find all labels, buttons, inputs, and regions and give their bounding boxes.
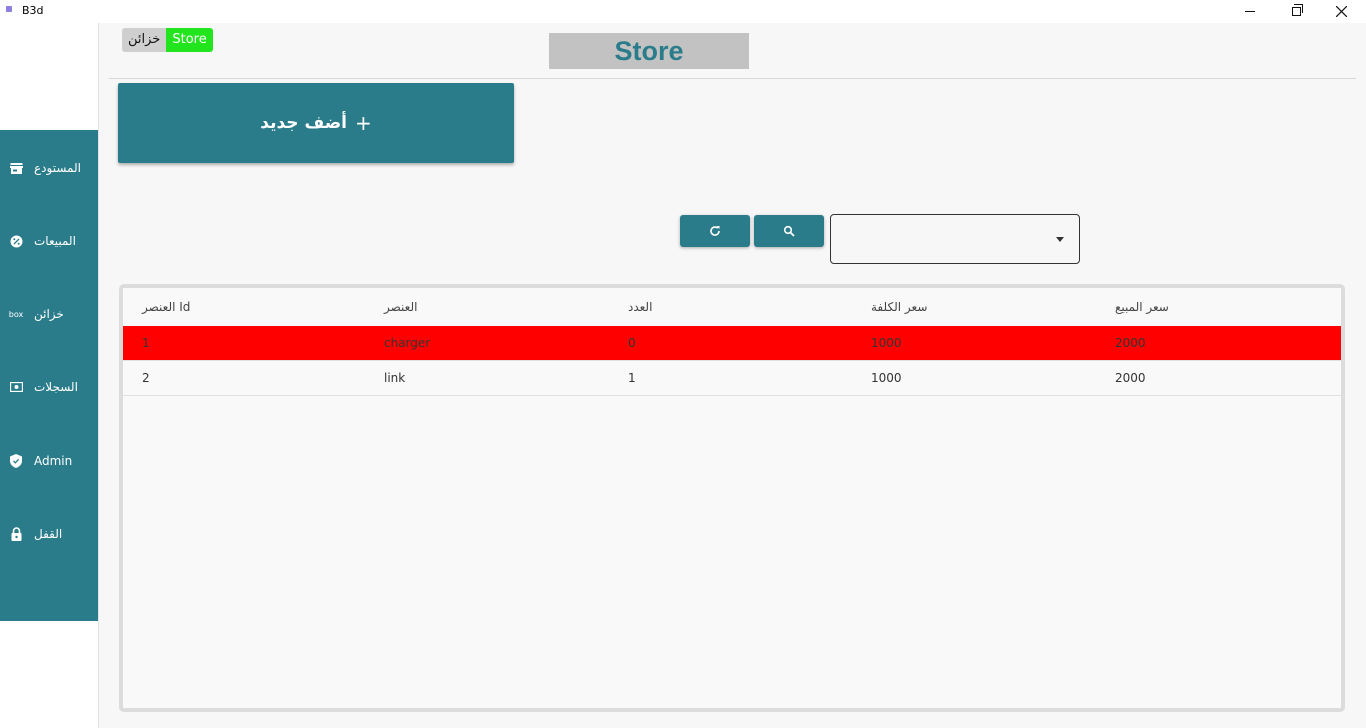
badge-icon [9,234,23,248]
cell-price: 2000 [1115,336,1146,350]
cell-cost: 1000 [871,336,902,350]
cell-item: link [384,371,406,385]
refresh-button[interactable] [680,215,750,247]
page-title: Store [614,35,684,66]
store-icon [9,161,23,175]
plus-icon: + [354,111,372,135]
items-table: العنصر Id العنصر العدد سعر الكلفة سعر ال… [119,284,1345,712]
cell-price: 2000 [1115,371,1146,385]
cell-id: 1 [142,336,150,350]
shield-icon [9,454,23,468]
lock-icon [9,527,23,541]
restore-button[interactable] [1273,0,1319,23]
breadcrumb: خزائن Store [122,28,213,52]
column-header-item[interactable]: العنصر [384,288,417,326]
sidebar-item-lock[interactable]: القفل [0,514,98,554]
cell-cost: 1000 [871,371,902,385]
app-icon [6,6,12,12]
cell-item: charger [384,336,431,350]
breadcrumb-section-tag: خزائن [122,28,167,52]
sidebar-item-records[interactable]: السجلات [0,367,98,407]
minimize-button[interactable] [1227,0,1273,23]
minimize-icon [1245,11,1255,12]
table-row[interactable]: 1 charger 0 1000 2000 [123,326,1341,361]
page-title-box: Store [549,33,749,69]
sidebar-item-label: المبيعات [34,234,76,248]
cell-id: 2 [142,371,150,385]
column-header-price[interactable]: سعر المبيع [1115,288,1169,326]
column-header-count[interactable]: العدد [628,288,652,326]
sidebar-item-sales[interactable]: المبيعات [0,221,98,261]
sidebar-item-admin[interactable]: Admin [0,441,98,481]
close-icon [1335,6,1347,17]
close-button[interactable] [1318,0,1364,23]
column-header-id[interactable]: العنصر Id [142,288,190,326]
sidebar-item-store[interactable]: المستودع [0,148,98,188]
breadcrumb-store-tag: Store [166,28,213,52]
table-header: العنصر Id العنصر العدد سعر الكلفة سعر ال… [123,288,1341,326]
money-icon [9,380,23,394]
column-header-cost[interactable]: سعر الكلفة [871,288,927,326]
sidebar-item-label: خزائن [34,307,64,321]
main-content: خزائن Store Store أضف جديد + العنصر Id ا… [99,23,1366,728]
sidebar-item-label: السجلات [34,380,78,394]
restore-icon [1291,4,1303,16]
refresh-icon [710,226,720,236]
sidebar-item-label: القفل [34,527,63,541]
header-divider [109,78,1356,79]
sidebar-item-label: Admin [34,454,73,468]
sidebar-item-label: المستودع [34,161,81,175]
sidebar-item-safes[interactable]: box خزائن [0,294,98,334]
chevron-down-icon [1056,237,1064,242]
cell-count: 1 [628,371,636,385]
sidebar: المستودع المبيعات box خزائن السجلات Admi… [0,130,98,621]
cell-count: 0 [628,336,636,350]
add-new-button[interactable]: أضف جديد + [118,83,514,163]
window-title: B3d [22,4,44,17]
search-button[interactable] [754,215,824,247]
title-bar: B3d [0,0,1366,23]
filter-dropdown[interactable] [830,214,1080,264]
box-icon: box [8,309,24,319]
add-label: أضف جديد [260,113,347,133]
search-icon [783,225,795,237]
table-row[interactable]: 2 link 1 1000 2000 [123,361,1341,396]
